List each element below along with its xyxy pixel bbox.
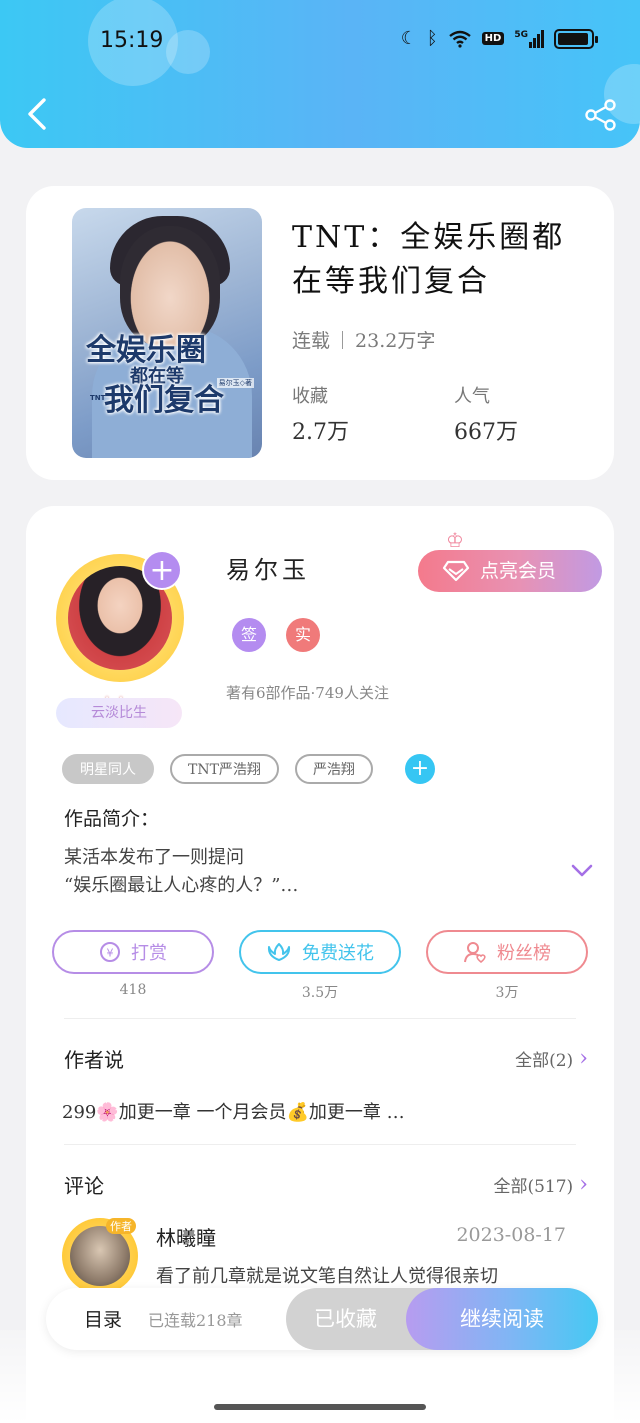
share-button[interactable] — [584, 98, 618, 132]
vip-label: 点亮会员 — [480, 560, 557, 582]
back-button[interactable] — [22, 96, 52, 132]
intro-line: 某活本发布了一则提问 — [64, 847, 244, 868]
reward-button[interactable]: ¥ 打赏 — [52, 930, 214, 974]
collect-value: 2.7万 — [292, 420, 349, 445]
comment-date: 2023-08-17 — [456, 1224, 566, 1246]
signed-badge: 签 — [232, 618, 266, 652]
continue-reading-button[interactable]: 继续阅读 — [406, 1288, 598, 1350]
send-flower-button[interactable]: 免费送花 — [239, 930, 401, 974]
crown-icon: ♔ — [446, 528, 464, 552]
reward-count: 418 — [119, 982, 147, 998]
tag-list: 明星同人 TNT严浩翔 严浩翔 + — [62, 754, 435, 784]
popularity-value: 667万 — [454, 420, 518, 445]
verified-badge: 实 — [286, 618, 320, 652]
status-bar-icons: ☾ ᛒ HD 5G — [400, 28, 598, 49]
diamond-icon — [442, 560, 470, 582]
author-name[interactable]: 易尔玉 — [226, 550, 310, 585]
book-status: 连载 — [292, 330, 331, 352]
network-type: 5G — [514, 29, 528, 40]
chevron-right-icon: › — [579, 1046, 588, 1071]
tag-item[interactable]: TNT严浩翔 — [170, 754, 279, 784]
svg-text:¥: ¥ — [107, 947, 114, 960]
moon-icon: ☾ — [400, 28, 417, 49]
author-chip: 作者 — [106, 1218, 136, 1234]
book-title: TNT：全娱乐圈都在等我们复合 — [292, 220, 566, 299]
collect-label: 收藏 — [292, 386, 328, 407]
bluetooth-icon: ᛒ — [426, 28, 438, 49]
tag-item[interactable]: 严浩翔 — [294, 754, 373, 784]
decor-bubble — [166, 30, 210, 74]
intro-title: 作品简介： — [64, 808, 160, 830]
cover-title-line1: 全娱乐圈 — [86, 333, 206, 368]
popularity-label: 人气 — [454, 386, 490, 407]
author-say-more[interactable]: 全部(2) › — [515, 1046, 588, 1071]
signal-icon: 5G — [514, 29, 544, 48]
send-flower-label: 免费送花 — [302, 943, 374, 964]
comments-title: 评论 — [64, 1174, 104, 1198]
cloud-badge: 云淡比生 — [56, 698, 182, 728]
comments-more[interactable]: 全部(517) › — [493, 1172, 588, 1197]
bottom-action-bar: 目录 已连载218章 已收藏 继续阅读 — [46, 1288, 598, 1350]
cover-figure-face — [120, 226, 220, 346]
home-indicator[interactable] — [214, 1404, 426, 1410]
chevron-right-icon: › — [579, 1172, 588, 1197]
cover-tnt-mark: TNT — [90, 394, 106, 402]
vip-button[interactable]: 点亮会员 — [418, 550, 602, 592]
toc-button[interactable]: 目录 — [84, 1305, 122, 1332]
author-say-title: 作者说 — [64, 1048, 124, 1072]
add-tag-button[interactable]: + — [404, 754, 435, 784]
intro-line: “娱乐圈最让人心疼的人？”… — [64, 875, 299, 896]
author-description: 著有6部作品·749人关注 — [226, 684, 389, 702]
comment-username[interactable]: 林曦瞳 — [156, 1222, 216, 1251]
flower-icon — [267, 943, 291, 961]
author-say-more-label: 全部(2) — [515, 1051, 574, 1071]
comment-avatar-image — [70, 1226, 130, 1286]
battery-icon — [554, 28, 598, 49]
cover-title: 全娱乐圈 都在等 我们复合 — [86, 336, 256, 416]
chevron-down-icon[interactable] — [570, 862, 594, 880]
hd-badge: HD — [481, 32, 505, 45]
toc-chapter-count: 已连载218章 — [148, 1311, 243, 1330]
comments-more-label: 全部(517) — [493, 1177, 574, 1197]
cover-title-line3: 我们复合 — [104, 383, 224, 418]
book-meta: 连载 23.2万字 — [292, 326, 435, 353]
details-card: 大人 + 云淡比生 易尔玉 签 实 著有6部作品·749人关注 ♔ 点亮会员 明… — [26, 506, 614, 1423]
wifi-icon — [448, 30, 471, 48]
author-say-text[interactable]: 299🌸加更一章 一个月会员💰加更一章 … — [62, 1098, 405, 1124]
fans-count: 3万 — [495, 985, 519, 1001]
app-header: 15:19 ☾ ᛒ HD 5G — [0, 0, 640, 148]
meta-separator — [342, 330, 344, 349]
book-cover[interactable]: 全娱乐圈 都在等 我们复合 易尔玉◇著 TNT — [72, 208, 262, 458]
follow-plus-button[interactable]: + — [142, 550, 182, 590]
reward-label: 打赏 — [131, 943, 167, 964]
coin-icon: ¥ — [100, 942, 120, 962]
divider — [64, 1018, 576, 1019]
flower-count: 3.5万 — [301, 985, 339, 1001]
cover-author-mark: 易尔玉◇著 — [216, 378, 254, 388]
fans-icon — [464, 942, 486, 964]
word-count: 23.2万字 — [355, 330, 436, 352]
comment-text[interactable]: 看了前几章就是说文笔自然让人觉得很亲切 — [156, 1262, 498, 1288]
status-time: 15:19 — [100, 28, 164, 53]
divider — [64, 1144, 576, 1145]
fans-rank-label: 粉丝榜 — [497, 943, 551, 964]
book-info-card: 全娱乐圈 都在等 我们复合 易尔玉◇著 TNT TNT：全娱乐圈都在等我们复合 … — [26, 186, 614, 480]
fans-rank-button[interactable]: 粉丝榜 — [426, 930, 588, 974]
tag-item[interactable]: 明星同人 — [62, 754, 154, 784]
intro-text: 某活本发布了一则提问 “娱乐圈最让人心疼的人？”… — [64, 844, 544, 900]
